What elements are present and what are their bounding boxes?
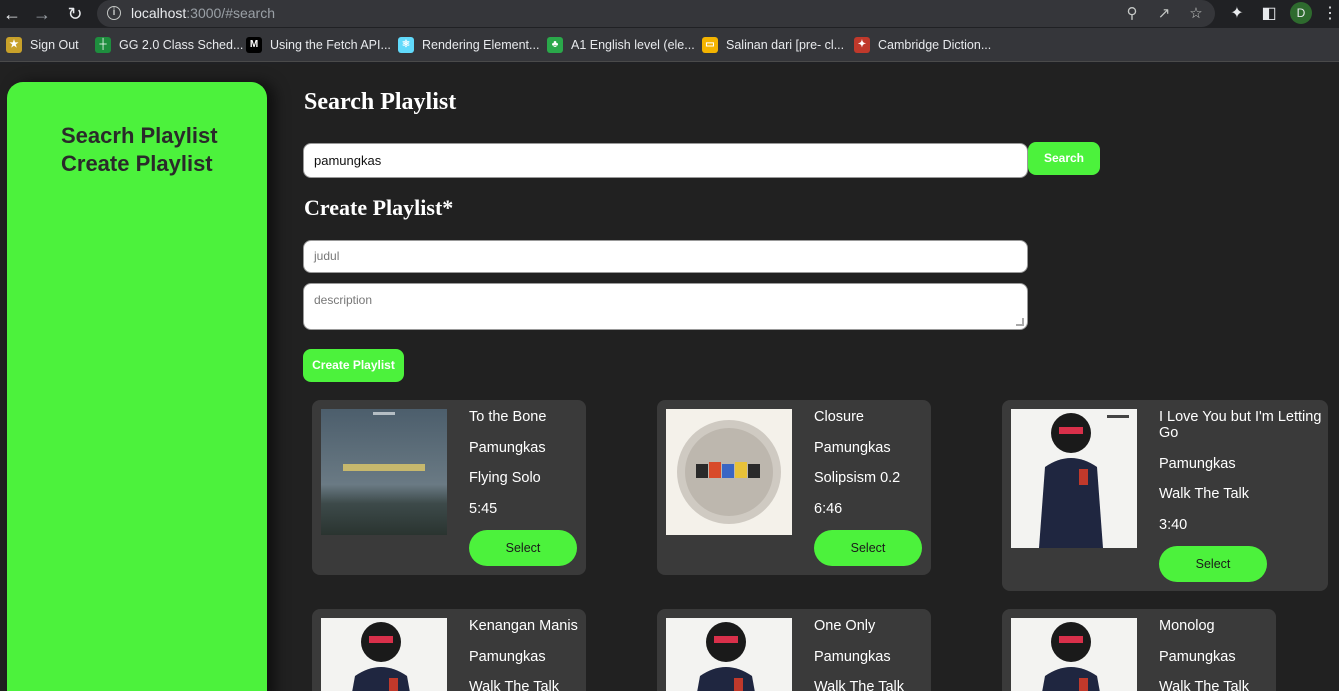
select-button[interactable]: Select	[469, 530, 577, 566]
track-artist: Pamungkas	[814, 648, 891, 665]
track-info: I Love You but I'm Letting Go Pamungkas …	[1159, 409, 1327, 547]
cambridge-icon: ✦	[854, 37, 870, 53]
site-info-icon[interactable]: i	[107, 6, 121, 20]
profile-avatar[interactable]: D	[1290, 2, 1312, 24]
track-info: To the Bone Pamungkas Flying Solo 5:45	[469, 409, 546, 531]
track-title: Closure	[814, 409, 864, 425]
bookmark-label: Salinan dari [pre- cl...	[726, 38, 845, 52]
track-info: Monolog Pamungkas Walk The Talk	[1159, 618, 1249, 691]
track-card: Kenangan Manis Pamungkas Walk The Talk	[312, 609, 586, 691]
sidebar-item-search-playlist[interactable]: Seacrh Playlist	[61, 122, 267, 150]
select-button[interactable]: Select	[1159, 546, 1267, 582]
album-cover-solipsism	[666, 409, 792, 535]
track-album: Walk The Talk	[1159, 486, 1249, 502]
album-cover-flying-solo	[321, 409, 447, 535]
select-button[interactable]: Select	[814, 530, 922, 566]
track-card: One Only Pamungkas Walk The Talk	[657, 609, 931, 691]
share-icon[interactable]: ↗	[1154, 4, 1174, 24]
zoom-icon[interactable]: ⚲	[1122, 4, 1142, 24]
sheets-icon: ┼	[95, 37, 111, 53]
extensions-icon[interactable]: ✦	[1226, 3, 1248, 25]
bookmarks-bar: ★ Sign Out ┼ GG 2.0 Class Sched... M Using th…	[0, 28, 1339, 62]
forward-icon[interactable]: →	[31, 3, 53, 25]
menu-icon[interactable]: ⋮	[1322, 3, 1338, 25]
reload-icon[interactable]: ↻	[64, 3, 86, 25]
track-card: Closure Pamungkas Solipsism 0.2 6:46 Sel…	[657, 400, 931, 575]
back-icon[interactable]: ←	[1, 3, 23, 25]
track-title: Monolog	[1159, 618, 1215, 634]
track-album: Walk The Talk	[1159, 679, 1249, 691]
track-title: Kenangan Manis	[469, 618, 578, 634]
clover-icon: ♣	[547, 37, 563, 53]
create-title: Create Playlist*	[304, 195, 454, 220]
track-info: Closure Pamungkas Solipsism 0.2 6:46	[814, 409, 900, 531]
search-input[interactable]: pamungkas	[303, 143, 1028, 178]
track-artist: Pamungkas	[814, 439, 891, 456]
bookmark-label: Using the Fetch API...	[270, 38, 391, 52]
track-album: Flying Solo	[469, 470, 541, 486]
search-title: Search Playlist	[304, 89, 457, 115]
track-title: To the Bone	[469, 409, 547, 425]
track-duration: 3:40	[1159, 516, 1188, 533]
track-artist: Pamungkas	[469, 439, 546, 456]
track-album: Solipsism 0.2	[814, 470, 901, 486]
track-title: I Love You but I'm Letting Go	[1159, 409, 1322, 441]
page-content: Seacrh Playlist Create Playlist Search P…	[0, 64, 1339, 691]
browser-toolbar: ← → ↻ i localhost:3000/#search ⚲ ↗ ☆ ✦ ◧…	[0, 0, 1339, 27]
mdn-icon: M	[246, 37, 262, 53]
react-icon: ⚛	[398, 37, 414, 53]
album-cover-walk-the-talk	[1011, 618, 1137, 691]
title-input[interactable]: judul	[303, 240, 1028, 273]
track-duration: 6:46	[814, 500, 843, 517]
track-artist: Pamungkas	[1159, 648, 1236, 665]
bookmark-item[interactable]: ▭ Salinan dari [pre- cl...	[702, 36, 844, 54]
track-card: I Love You but I'm Letting Go Pamungkas …	[1002, 400, 1328, 591]
description-textarea[interactable]: description	[303, 283, 1028, 330]
album-cover-walk-the-talk	[1011, 409, 1137, 548]
track-artist: Pamungkas	[1159, 455, 1236, 472]
bookmark-label: Sign Out	[30, 38, 79, 52]
track-card: Monolog Pamungkas Walk The Talk	[1002, 609, 1276, 691]
side-panel-icon[interactable]: ◧	[1258, 3, 1280, 25]
bookmark-item[interactable]: ★ Sign Out	[6, 36, 79, 54]
bookmark-label: GG 2.0 Class Sched...	[119, 38, 244, 52]
track-album: Walk The Talk	[469, 679, 559, 691]
url-text[interactable]: localhost:3000/#search	[131, 5, 275, 21]
album-cover-walk-the-talk	[666, 618, 792, 691]
sidebar: Seacrh Playlist Create Playlist	[7, 82, 267, 691]
bookmark-label: A1 English level (ele...	[571, 38, 695, 52]
address-bar[interactable]: i localhost:3000/#search ⚲ ↗ ☆	[97, 0, 1215, 27]
sign-out-icon: ★	[6, 37, 22, 53]
track-album: Walk The Talk	[814, 679, 904, 691]
bookmark-item[interactable]: ⚛ Rendering Element...	[398, 36, 539, 54]
resize-grip-icon[interactable]	[1016, 318, 1024, 326]
description-placeholder: description	[314, 293, 373, 307]
track-info: One Only Pamungkas Walk The Talk	[814, 618, 904, 691]
search-button[interactable]: Search	[1028, 142, 1100, 175]
bookmark-star-icon[interactable]: ☆	[1186, 4, 1206, 24]
track-duration: 5:45	[469, 500, 498, 517]
bookmark-item[interactable]: M Using the Fetch API...	[246, 36, 391, 54]
track-info: Kenangan Manis Pamungkas Walk The Talk	[469, 618, 578, 691]
bookmark-item[interactable]: ✦ Cambridge Diction...	[854, 36, 991, 54]
bookmark-item[interactable]: ┼ GG 2.0 Class Sched...	[95, 36, 243, 54]
track-title: One Only	[814, 618, 876, 634]
album-cover-walk-the-talk	[321, 618, 447, 691]
bookmark-label: Rendering Element...	[422, 38, 540, 52]
create-playlist-button[interactable]: Create Playlist	[303, 349, 404, 382]
track-artist: Pamungkas	[469, 648, 546, 665]
sidebar-item-create-playlist[interactable]: Create Playlist	[61, 150, 267, 178]
track-card: To the Bone Pamungkas Flying Solo 5:45 S…	[312, 400, 586, 575]
bookmark-label: Cambridge Diction...	[878, 38, 992, 52]
slides-icon: ▭	[702, 37, 718, 53]
bookmark-item[interactable]: ♣ A1 English level (ele...	[547, 36, 695, 54]
